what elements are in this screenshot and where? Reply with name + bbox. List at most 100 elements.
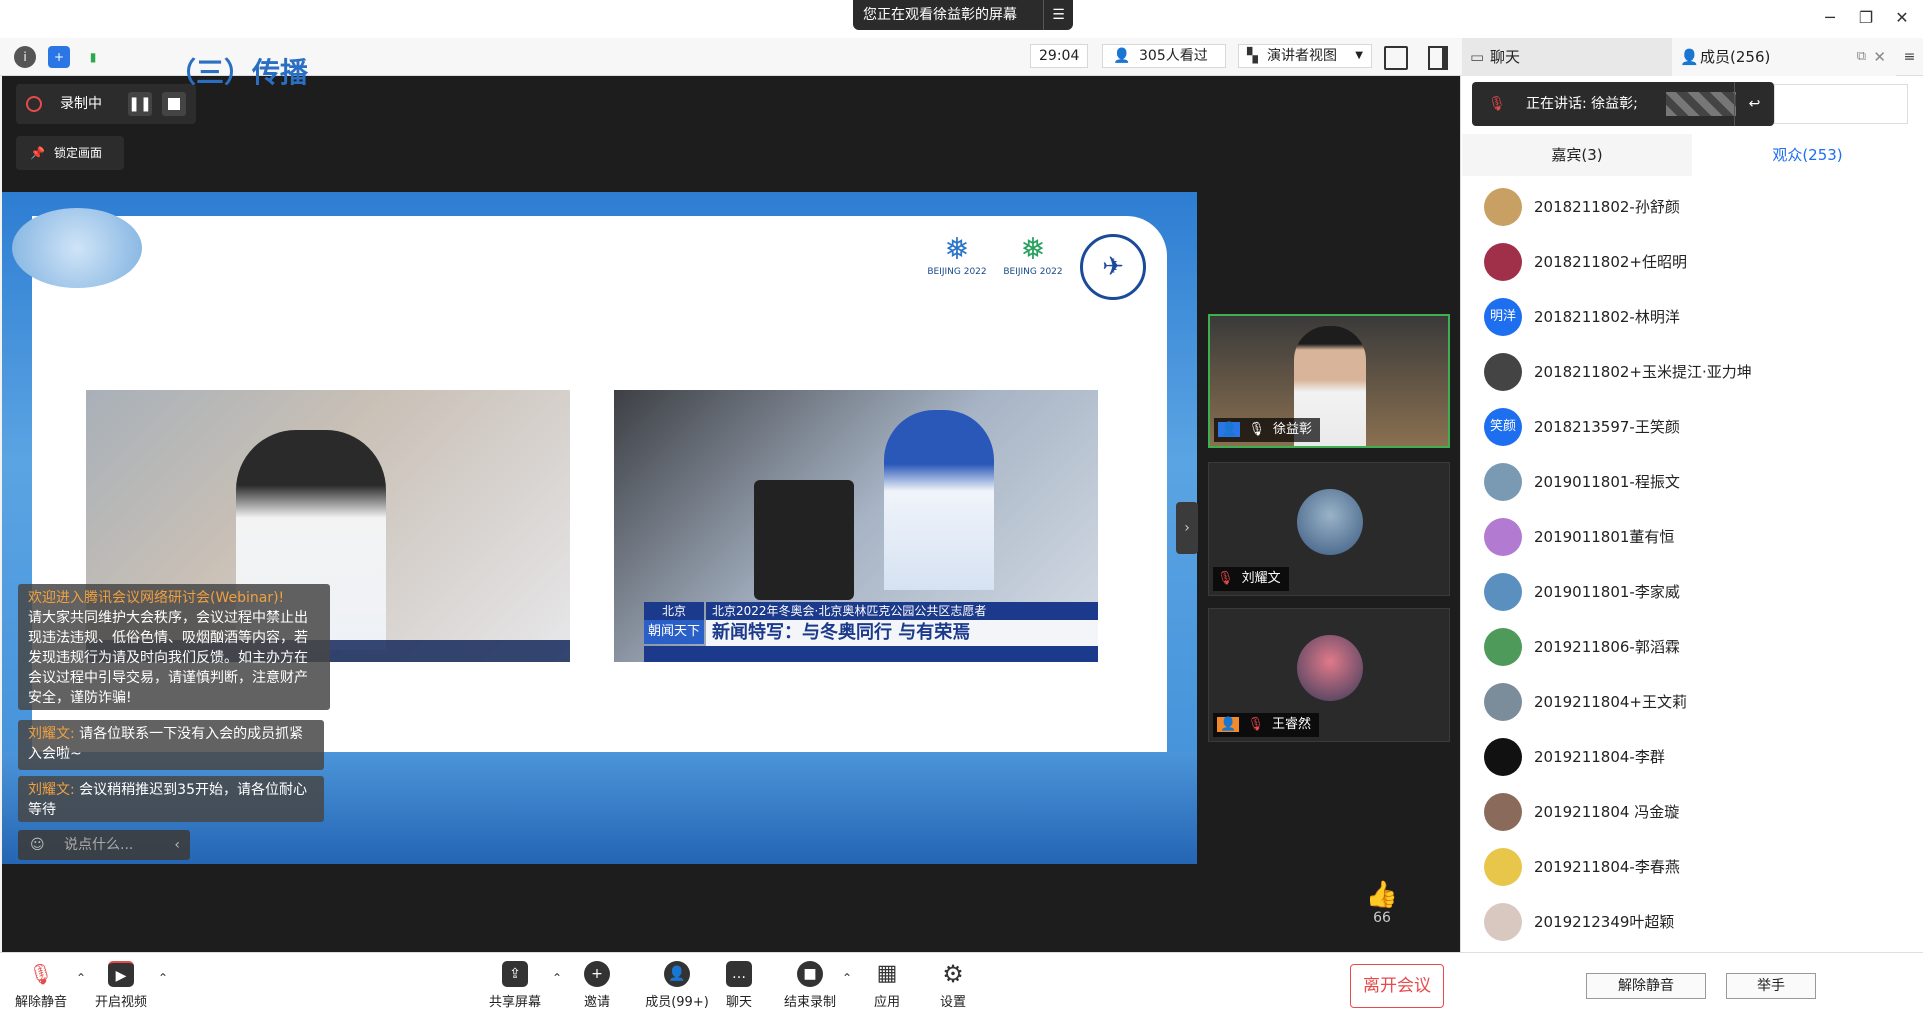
participant-tile[interactable]: 👤 🎙 徐益彰 [1208, 314, 1450, 448]
side-panel-toggle-icon[interactable] [1428, 46, 1448, 70]
avatar [1484, 518, 1522, 556]
close-icon[interactable]: ✕ [1888, 4, 1916, 32]
news-ticker [644, 646, 1098, 662]
tab-guests[interactable]: 嘉宾(3) [1462, 134, 1692, 176]
share-screen-button[interactable]: ⇪ 共享屏幕 [480, 961, 550, 1010]
member-row[interactable]: 笑颜 2018213597-王笑颜 [1462, 398, 1923, 453]
member-row[interactable]: 2019011801-李家威 [1462, 563, 1923, 618]
fullscreen-icon[interactable] [1384, 46, 1408, 70]
member-name: 2019211804+王文莉 [1534, 693, 1688, 711]
member-row[interactable]: 2019011801-程振文 [1462, 453, 1923, 508]
video-off-icon: ▶ [108, 961, 134, 987]
view-mode-select[interactable]: ▚ 演讲者视图 ▼ [1238, 44, 1372, 68]
viewers-count[interactable]: 👤 305人看过 [1102, 44, 1226, 68]
system-notice-body: 请大家共同维护大会秩序，会议过程中禁止出现违法违规、低俗色情、吸烟酗酒等内容，若… [28, 610, 308, 706]
invite-label: 邀请 [583, 995, 610, 1010]
stop-button[interactable] [162, 92, 186, 116]
mic-muted-icon[interactable]: 🎙 [1488, 82, 1506, 126]
avatar: 笑颜 [1484, 408, 1522, 446]
chat-button[interactable]: … 聊天 [704, 961, 774, 1010]
tab-chat[interactable]: ▭ 聊天 [1462, 38, 1672, 76]
chevron-up-icon[interactable]: ⌃ [552, 971, 562, 985]
end-recording-button[interactable]: ■ 结束录制 [770, 961, 850, 1010]
signal-icon[interactable]: ▮ [82, 46, 104, 68]
settings-button[interactable]: ⚙ 设置 [918, 961, 988, 1010]
expand-panel-button[interactable]: › [1176, 502, 1198, 554]
cohost-icon: 👤 [1217, 717, 1240, 732]
share-banner-text: 您正在观看徐益彰的屏幕 [863, 7, 1017, 23]
restore-icon[interactable]: ❐ [1852, 4, 1880, 32]
tab-audience[interactable]: 观众(253) [1692, 134, 1923, 176]
video-button[interactable]: ▶ 开启视频 [86, 961, 156, 1010]
participant-name-tag: 👤 🎙 王睿然 [1213, 713, 1319, 737]
mute-button[interactable]: 🎙 解除静音 [6, 961, 76, 1010]
avatar [1484, 243, 1522, 281]
news-headline: 新闻特写：与冬奥同行 与有荣焉 [706, 620, 1098, 646]
avatar [1484, 628, 1522, 666]
apps-button[interactable]: ▦ 应用 [852, 961, 922, 1010]
menu-icon[interactable]: ☰ [1043, 0, 1073, 30]
gear-icon: ⚙ [942, 960, 964, 988]
avatar [1297, 635, 1363, 701]
host-icon: 👤 [1218, 422, 1241, 437]
leave-meeting-button[interactable]: 离开会议 [1350, 964, 1444, 1008]
member-row[interactable]: 2018211802+任昭明 [1462, 233, 1923, 288]
member-row[interactable]: 2019212349叶超颖 [1462, 893, 1923, 948]
chat-label: 聊天 [725, 995, 752, 1010]
reply-icon[interactable]: ↩ [1734, 82, 1774, 126]
chevron-left-icon[interactable]: ‹ [174, 830, 180, 860]
participant-name-tag: 🎙 刘耀文 [1213, 567, 1289, 591]
invite-button[interactable]: + 邀请 [562, 961, 632, 1010]
member-row[interactable]: 2019211804-李春燕 [1462, 838, 1923, 893]
tab-members[interactable]: 👤 成员(256) ⧉ ✕ [1672, 38, 1896, 76]
participant-tile[interactable]: 👤 🎙 王睿然 [1208, 608, 1450, 742]
avatar [1484, 683, 1522, 721]
apps-label: 应用 [873, 995, 900, 1010]
members-label: 成员(99+) [645, 995, 709, 1010]
member-row[interactable]: 2019011801董有恒 [1462, 508, 1923, 563]
search-input[interactable] [1774, 84, 1908, 124]
shield-icon[interactable]: + [48, 46, 70, 68]
avatar [1484, 188, 1522, 226]
member-name: 2018211802-孙舒颜 [1534, 198, 1680, 216]
chevron-up-icon[interactable]: ⌃ [158, 971, 168, 985]
close-icon[interactable]: ✕ [1873, 38, 1886, 76]
member-row[interactable]: 2019211804+王文莉 [1462, 673, 1923, 728]
emoji-icon[interactable]: ☺ [30, 830, 45, 860]
info-icon[interactable]: i [14, 46, 36, 68]
blurred-region [1666, 92, 1736, 116]
system-notice-title: 欢迎进入腾讯会议网络研讨会(Webinar)! [28, 590, 285, 606]
member-row[interactable]: 2018211802+玉米提江·亚力坤 [1462, 343, 1923, 398]
pin-icon: 📌 [30, 146, 45, 160]
settings-label: 设置 [939, 995, 966, 1010]
member-row[interactable]: 2019211804-李群 [1462, 728, 1923, 783]
avatar [1484, 353, 1522, 391]
raise-hand-button[interactable]: 举手 [1726, 973, 1816, 999]
member-name: 2019211804 冯金璇 [1534, 803, 1680, 821]
popout-icon[interactable]: ⧉ [1857, 38, 1866, 76]
chevron-up-icon[interactable]: ⌃ [842, 971, 852, 985]
more-menu-icon[interactable]: ≡ [1896, 38, 1923, 76]
like-counter[interactable]: 👍 66 [1360, 880, 1404, 940]
stadium-illustration [12, 208, 142, 288]
lock-view-button[interactable]: 📌 锁定画面 [16, 136, 124, 170]
kiosk-screen [754, 480, 854, 600]
avatar [1297, 489, 1363, 555]
member-row[interactable]: 2019211806-郭滔霖 [1462, 618, 1923, 673]
member-name: 2019211806-郭滔霖 [1534, 638, 1680, 656]
member-row[interactable]: 明洋 2018211802-林明洋 [1462, 288, 1923, 343]
member-row[interactable]: 2019211804 冯金璇 [1462, 783, 1923, 838]
news-video-2[interactable]: 北京 朝闻天下 北京2022年冬奥会·北京奥林匹克公园公共区志愿者 新闻特写：与… [614, 390, 1098, 662]
participant-name: 刘耀文 [1241, 571, 1281, 586]
chevron-up-icon[interactable]: ⌃ [76, 971, 86, 985]
tab-chat-label: 聊天 [1490, 48, 1521, 66]
participant-tile[interactable]: 🎙 刘耀文 [1208, 462, 1450, 596]
member-name: 2018211802-林明洋 [1534, 308, 1680, 326]
speaking-label: 正在讲话: 徐益彰; [1526, 96, 1638, 112]
minimize-icon[interactable]: ─ [1816, 4, 1844, 32]
end-recording-label: 结束录制 [783, 995, 836, 1010]
member-row[interactable]: 2018211802-孙舒颜 [1462, 178, 1923, 233]
request-unmute-button[interactable]: 解除静音 [1586, 973, 1706, 999]
pause-icon[interactable]: ❚❚ [128, 92, 152, 116]
chat-input[interactable]: ☺ 说点什么... ‹ [18, 830, 190, 860]
